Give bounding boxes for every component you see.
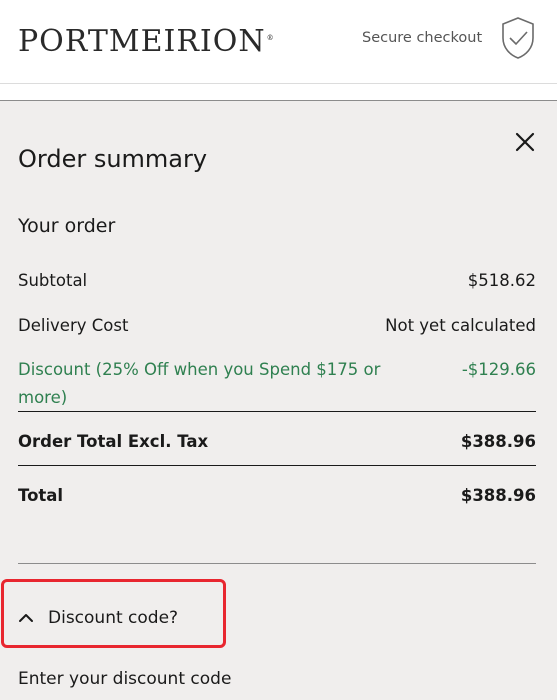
delivery-cost-label: Delivery Cost — [18, 316, 129, 335]
total-row: Total $388.96 — [18, 485, 536, 507]
discount-value: -$129.66 — [461, 360, 536, 379]
shield-check-icon — [502, 17, 534, 59]
discount-row: Discount (25% Off when you Spend $175 or… — [18, 356, 536, 412]
subtotal-label: Subtotal — [18, 271, 88, 290]
delivery-cost-row: Delivery Cost Not yet calculated — [18, 315, 536, 337]
discount-label: Discount (25% Off when you Spend $175 or… — [18, 360, 381, 407]
divider — [18, 465, 536, 466]
logo-registered-mark: ® — [266, 34, 275, 42]
order-total-excl-tax-value: $388.96 — [460, 432, 536, 451]
portmeirion-logo[interactable]: PORTMEIRION® — [18, 20, 275, 60]
order-summary-panel: Order summary Your order Subtotal $518.6… — [0, 100, 557, 700]
discount-code-label: Discount code? — [48, 608, 179, 628]
order-total-excl-tax-label: Order Total Excl. Tax — [18, 432, 209, 451]
secure-checkout-label: Secure checkout — [362, 30, 483, 46]
your-order-heading: Your order — [18, 215, 116, 237]
divider — [18, 411, 536, 412]
total-value: $388.96 — [460, 486, 536, 505]
subtotal-row: Subtotal $518.62 — [18, 270, 536, 292]
total-label: Total — [18, 486, 64, 505]
logo-text: PORTMEIRION — [18, 24, 266, 59]
header-spacer — [0, 85, 557, 100]
delivery-cost-value: Not yet calculated — [385, 316, 536, 335]
close-icon[interactable] — [514, 131, 536, 153]
discount-code-input-label: Enter your discount code — [18, 669, 232, 689]
chevron-up-icon — [19, 614, 33, 622]
discount-code-toggle[interactable]: Discount code? — [18, 606, 178, 630]
divider — [18, 563, 536, 564]
site-header: PORTMEIRION® Secure checkout — [0, 0, 557, 84]
order-total-excl-tax-row: Order Total Excl. Tax $388.96 — [18, 431, 536, 453]
subtotal-value: $518.62 — [467, 271, 536, 290]
order-summary-title: Order summary — [18, 145, 208, 173]
